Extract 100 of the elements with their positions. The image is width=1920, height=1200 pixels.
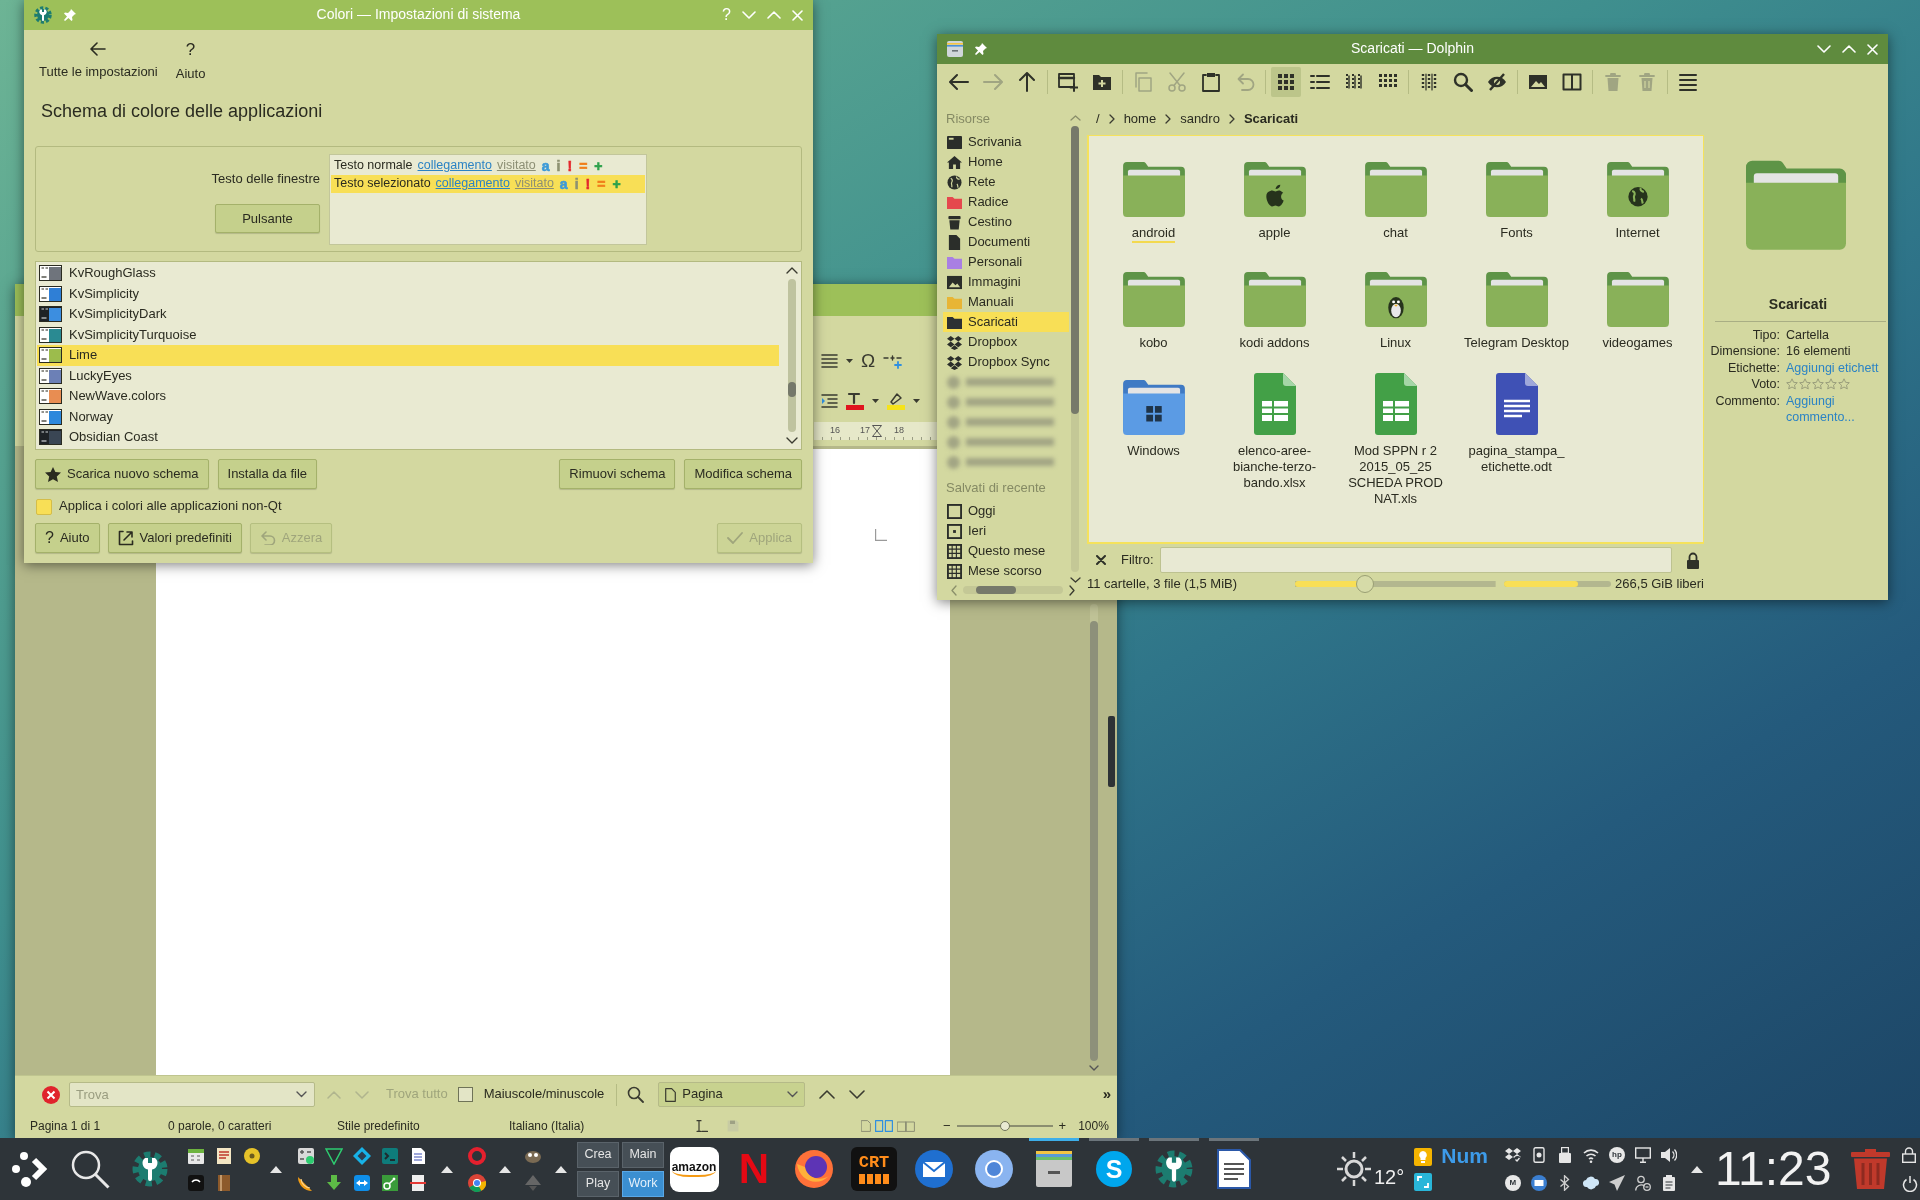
remove-scheme-button[interactable]: Rimuovi schema [559, 459, 676, 489]
match-case-label[interactable]: Maiuscole/minuscole [483, 1086, 605, 1103]
zoom-slider-handle[interactable] [1355, 575, 1374, 593]
scheme-item[interactable]: Norway [37, 406, 779, 427]
places-item[interactable]: Personali [943, 252, 1069, 272]
places-item[interactable]: Oggi [943, 501, 1069, 521]
places-item[interactable]: Dropbox Sync [943, 352, 1069, 372]
file-name[interactable]: elenco-aree-bianche-terzo-bando.xlsx [1215, 443, 1334, 491]
gear-wrench-icon[interactable] [1155, 1150, 1193, 1188]
file-name[interactable]: chat [1383, 225, 1408, 241]
expand-arrow-icon[interactable] [1690, 1165, 1703, 1173]
folder-icon[interactable] [1485, 271, 1548, 327]
checkbox[interactable] [457, 1087, 473, 1102]
lightbulb-icon[interactable] [1414, 1147, 1433, 1166]
terminal-app-icon[interactable]: CRT [851, 1147, 897, 1191]
rating-stars[interactable] [1786, 376, 1850, 392]
dropdown-caret-icon[interactable] [913, 399, 920, 403]
file-name[interactable]: android [1131, 225, 1176, 243]
four-squares-folder-icon[interactable] [1122, 379, 1185, 435]
file-name[interactable]: Linux [1379, 335, 1412, 351]
spreadsheet-icon[interactable] [1253, 373, 1296, 435]
file-name[interactable]: kobo [1139, 335, 1168, 351]
new-tab-icon[interactable] [1058, 72, 1078, 92]
scheme-item[interactable]: LuckyEyes [37, 365, 779, 386]
places-item[interactable]: Ieri [943, 521, 1069, 541]
scheme-item[interactable]: KvRoughGlass [37, 263, 779, 284]
clipboard-icon[interactable] [1660, 1175, 1677, 1191]
image-icon[interactable] [1528, 72, 1548, 92]
compact-view-icon[interactable] [1344, 72, 1364, 92]
terminal-prompt-icon[interactable] [381, 1146, 399, 1165]
download-scheme-button[interactable]: Scarica nuovo schema [35, 459, 209, 489]
strikethrough-icon[interactable] [409, 1173, 427, 1192]
lock-icon[interactable] [1685, 551, 1700, 569]
scheme-item[interactable]: KvSimplicityDark [37, 304, 779, 325]
monitor-icon[interactable] [1634, 1147, 1651, 1163]
file-name[interactable]: Mod SPPN r 2 2015_05_25 SCHEDA PROD NAT.xls [1336, 443, 1455, 507]
close-filter-icon[interactable] [1096, 555, 1106, 565]
zoom-out-button[interactable]: − [943, 1117, 951, 1135]
printer-logo-icon[interactable]: hp [1608, 1147, 1625, 1163]
star-icon[interactable] [1799, 378, 1811, 390]
more-options-button[interactable]: » [1102, 1085, 1111, 1104]
tape-measure-icon[interactable] [243, 1146, 261, 1165]
folder-icon[interactable] [1485, 161, 1548, 217]
places-item[interactable]: Cestino [943, 212, 1069, 232]
text-cursor-icon[interactable] [696, 1120, 708, 1132]
file-name[interactable]: Windows [1127, 443, 1180, 459]
power-icon[interactable] [1902, 1175, 1919, 1192]
mail-app-icon[interactable] [914, 1149, 954, 1189]
breadcrumb-item[interactable]: Scaricati [1243, 110, 1299, 128]
calendar-icon[interactable] [187, 1146, 205, 1165]
app-gear-icon[interactable] [34, 6, 52, 24]
scheme-item[interactable]: KvSimplicityTurquoise [37, 324, 779, 345]
scrollbar-track[interactable] [1071, 126, 1079, 572]
document-icon[interactable] [409, 1146, 427, 1165]
star-icon[interactable] [1786, 378, 1798, 390]
usb-drive-icon[interactable] [1556, 1147, 1573, 1163]
file-name[interactable]: apple [1258, 225, 1291, 241]
column-dots-icon[interactable] [1419, 72, 1439, 92]
close-search-icon[interactable] [42, 1085, 60, 1104]
user-icon[interactable] [1634, 1175, 1651, 1191]
expand-arrow-icon[interactable] [499, 1165, 511, 1173]
breadcrumb-item[interactable]: sandro [1180, 110, 1220, 128]
help-button[interactable]: ? Aiuto [35, 523, 100, 553]
places-item[interactable]: Manuali [943, 292, 1069, 312]
list-view-icon[interactable] [1310, 72, 1330, 92]
special-character-button[interactable]: Ω [861, 351, 876, 371]
defaults-button[interactable]: Valori predefiniti [107, 523, 242, 553]
diamond-logo-icon[interactable] [353, 1146, 371, 1165]
help-button[interactable]: ? Aiuto [175, 42, 206, 81]
cloud-icon[interactable] [1582, 1175, 1599, 1191]
search-icon[interactable] [70, 1149, 110, 1189]
install-from-file-button[interactable]: Installa da file [217, 459, 317, 489]
text-document-icon[interactable] [1495, 373, 1538, 435]
filter-field[interactable] [1159, 547, 1672, 573]
clipboard-icon[interactable] [1201, 72, 1221, 92]
browser-logo-icon[interactable] [468, 1173, 486, 1192]
insert-field-icon[interactable] [883, 353, 903, 369]
star-icon[interactable] [1812, 378, 1824, 390]
m-logo-icon[interactable]: M [1504, 1175, 1521, 1191]
globe-folder-icon[interactable] [1606, 161, 1669, 217]
scroll-down-icon[interactable] [1069, 577, 1081, 583]
file-name[interactable]: Telegram Desktop [1464, 335, 1569, 351]
speaker-icon[interactable] [1660, 1147, 1677, 1163]
edit-scheme-button[interactable]: Modifica schema [684, 459, 802, 489]
places-item[interactable]: Questo mese [943, 541, 1069, 561]
launcher-icon[interactable] [12, 1151, 49, 1187]
virtual-desktop-button[interactable]: Play [577, 1170, 619, 1197]
file-name[interactable]: Fonts [1500, 225, 1533, 241]
places-item[interactable]: Dropbox [943, 332, 1069, 352]
scrollbar-thumb[interactable] [976, 586, 1016, 594]
zoom-in-button[interactable]: + [1058, 1117, 1067, 1135]
new-folder-icon[interactable] [1092, 72, 1112, 92]
menu-icon[interactable] [1678, 72, 1698, 92]
text-document-icon[interactable] [1217, 1149, 1251, 1189]
scroll-down-icon[interactable] [786, 437, 798, 444]
gear-wrench-icon[interactable] [132, 1151, 168, 1187]
icon-grid-icon[interactable] [1271, 67, 1301, 97]
file-name[interactable]: videogames [1602, 335, 1673, 351]
navigation-dropdown[interactable]: Pagina [658, 1082, 806, 1107]
file-name[interactable]: pagina_stampa_etichette.odt [1457, 443, 1576, 475]
